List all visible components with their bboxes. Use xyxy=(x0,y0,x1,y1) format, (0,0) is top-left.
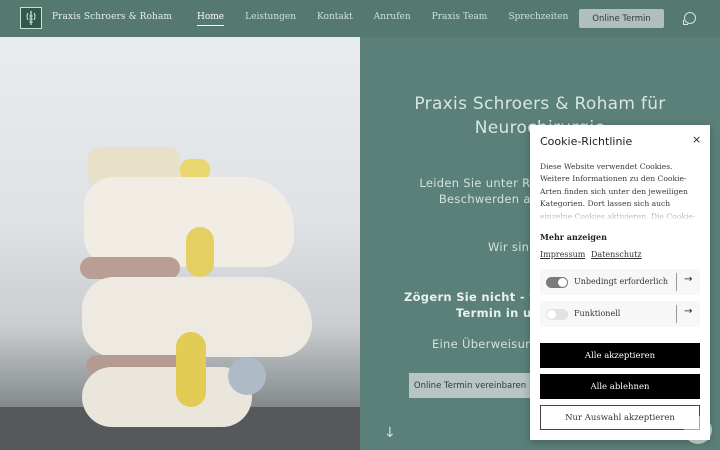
nav-item-anrufen[interactable]: Anrufen xyxy=(374,12,411,22)
spine-logo-icon[interactable] xyxy=(20,7,42,29)
accept-selection-button[interactable]: Nur Auswahl akzeptieren xyxy=(540,405,700,430)
arrow-right-icon[interactable]: → xyxy=(684,274,692,285)
cookie-dialog: Cookie-Richtlinie × Diese Website verwen… xyxy=(530,125,710,440)
cookie-category-functional: Funktionell → xyxy=(540,301,700,327)
datenschutz-link[interactable]: Datenschutz xyxy=(591,250,642,259)
arrow-right-icon[interactable]: → xyxy=(684,306,692,317)
nav-item-praxis-team[interactable]: Praxis Team xyxy=(432,12,488,22)
vertebra-lower xyxy=(82,367,252,427)
toggle-required[interactable] xyxy=(546,277,568,288)
main-nav: Home Leistungen Kontakt Anrufen Praxis T… xyxy=(197,12,589,26)
category-label: Funktionell xyxy=(574,309,621,318)
nav-item-leistungen[interactable]: Leistungen xyxy=(245,12,296,22)
whatsapp-icon[interactable] xyxy=(683,12,696,25)
online-termin-vereinbaren-button[interactable]: Online Termin vereinbaren xyxy=(409,373,531,398)
toggle-knob xyxy=(558,278,567,287)
spine-model-image xyxy=(0,37,360,450)
accept-all-button[interactable]: Alle akzeptieren xyxy=(540,343,700,368)
close-icon[interactable]: × xyxy=(692,133,701,146)
spinal-canal-disc xyxy=(228,357,266,395)
nerve-lower xyxy=(176,332,206,407)
toggle-functional[interactable] xyxy=(546,309,568,320)
impressum-link[interactable]: Impressum xyxy=(540,250,585,259)
disc-upper xyxy=(80,257,180,279)
cookie-dialog-title: Cookie-Richtlinie xyxy=(540,135,633,148)
text-fade-overlay xyxy=(540,207,702,221)
reject-all-button[interactable]: Alle ablehnen xyxy=(540,374,700,399)
divider xyxy=(676,305,677,323)
nav-item-kontakt[interactable]: Kontakt xyxy=(317,12,353,22)
toggle-knob xyxy=(547,310,556,319)
category-label: Unbedingt erforderlich xyxy=(574,277,669,286)
cookie-category-required: Unbedingt erforderlich → xyxy=(540,269,700,295)
nav-item-sprechzeiten[interactable]: Sprechzeiten xyxy=(508,12,568,22)
cookie-settings-corner-button[interactable] xyxy=(684,416,712,444)
brand-name[interactable]: Praxis Schroers & Roham xyxy=(52,12,172,22)
show-more-link[interactable]: Mehr anzeigen xyxy=(540,232,607,242)
scroll-down-icon[interactable]: ↓ xyxy=(384,425,396,441)
nav-item-home[interactable]: Home xyxy=(197,12,225,26)
site-header: Praxis Schroers & Roham Home Leistungen … xyxy=(0,0,720,37)
divider xyxy=(676,273,677,291)
online-termin-button[interactable]: Online Termin xyxy=(579,9,664,28)
nerve-middle xyxy=(186,227,214,277)
